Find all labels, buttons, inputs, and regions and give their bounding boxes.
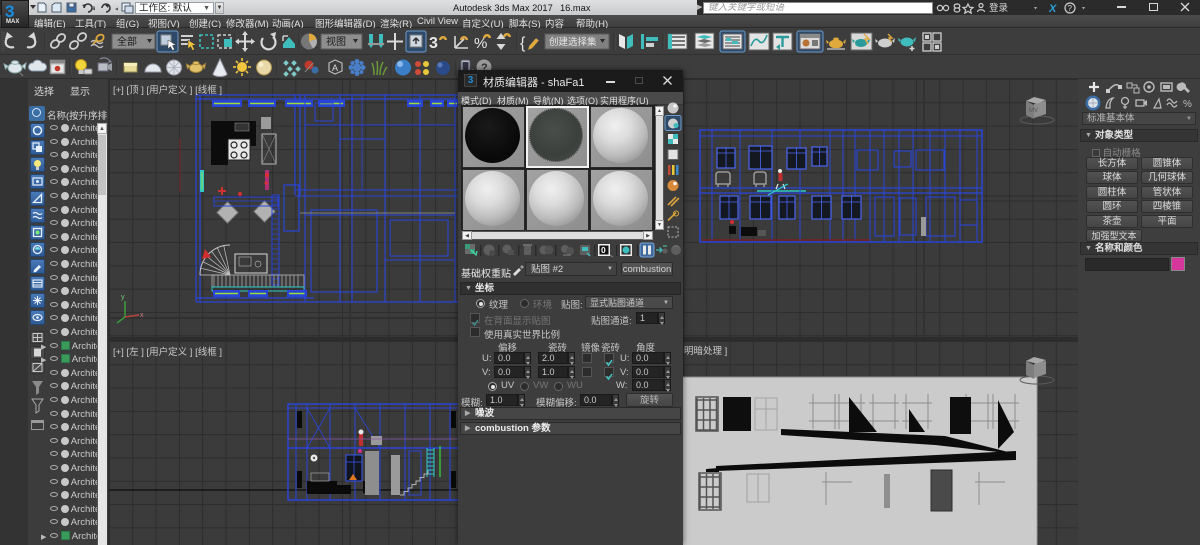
svg-text:MV: MV bbox=[1029, 108, 1038, 114]
svg-text:x: x bbox=[140, 312, 144, 319]
svg-text:3: 3 bbox=[429, 35, 438, 52]
svg-text:全部: 全部 bbox=[117, 35, 137, 48]
svg-text:0: 0 bbox=[601, 245, 606, 255]
svg-text:登录: 登录 bbox=[989, 3, 1009, 14]
svg-text:视图: 视图 bbox=[326, 35, 346, 48]
svg-text:?: ? bbox=[1068, 4, 1073, 13]
svg-text:y: y bbox=[121, 294, 125, 301]
svg-text:A: A bbox=[332, 63, 338, 73]
svg-text:X: X bbox=[1048, 3, 1057, 14]
svg-text:{: { bbox=[520, 35, 526, 52]
svg-text:创建选择集: 创建选择集 bbox=[549, 36, 597, 48]
svg-text:%: % bbox=[1183, 99, 1192, 110]
